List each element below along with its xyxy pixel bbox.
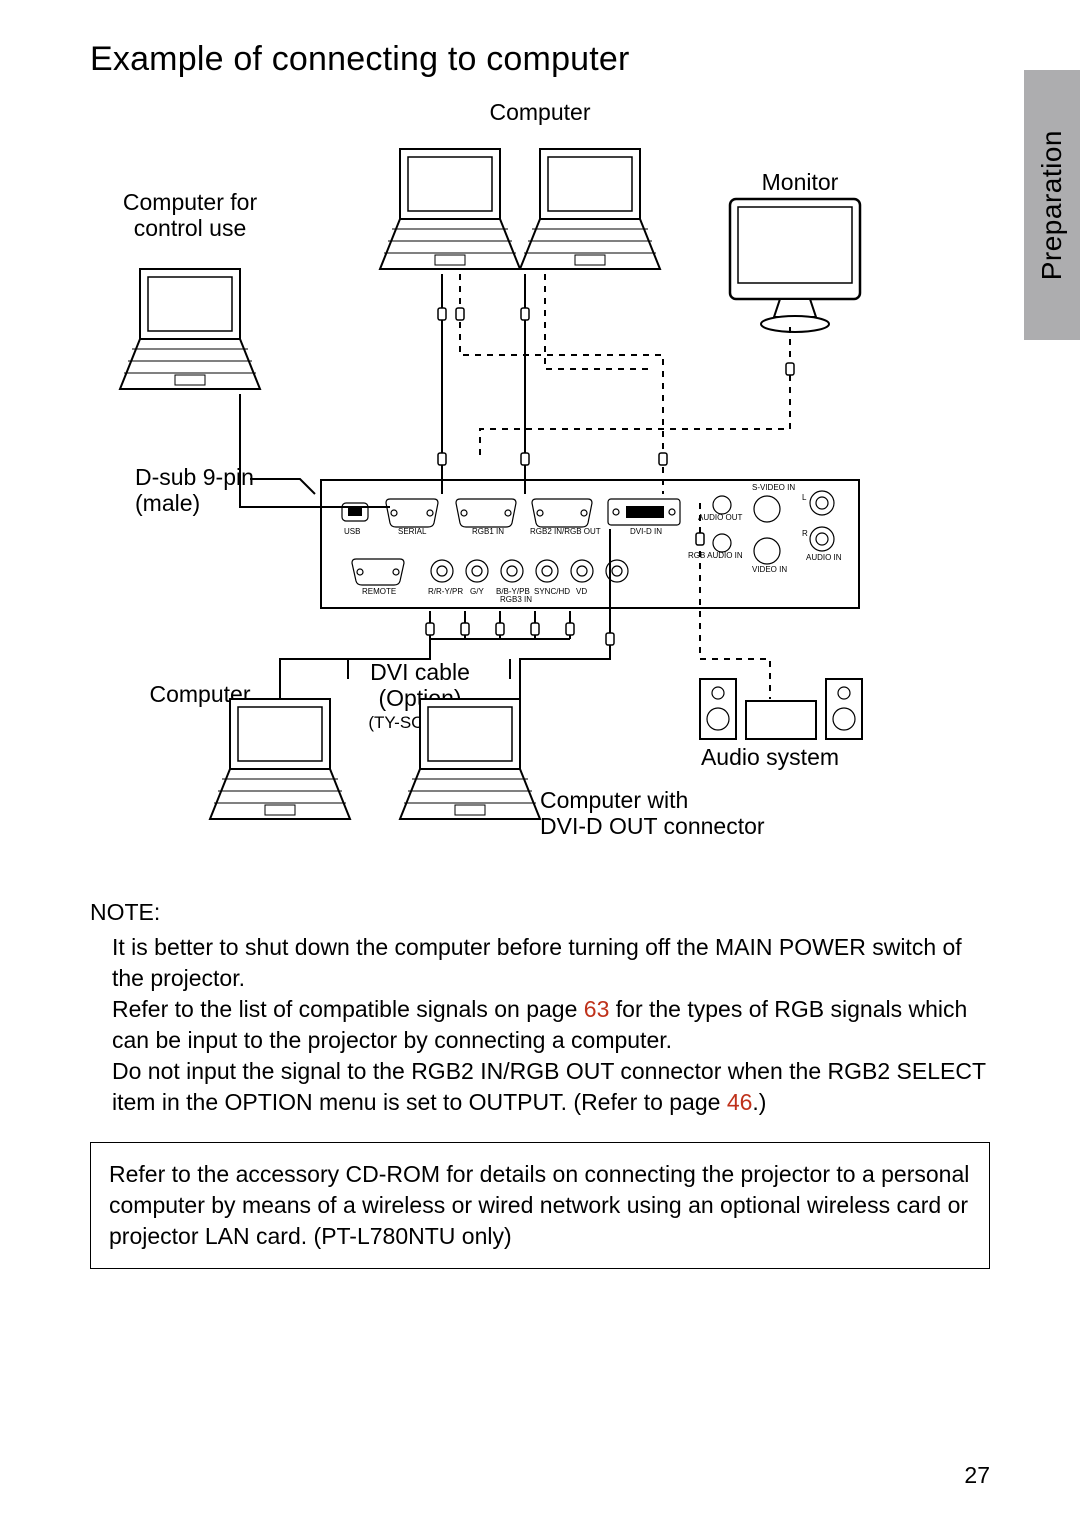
note-heading: NOTE:: [90, 899, 990, 926]
page-ref-46[interactable]: 46: [727, 1089, 753, 1115]
note-line-2: Refer to the list of compatible signals …: [112, 994, 990, 1056]
note-block: NOTE: It is better to shut down the comp…: [90, 899, 990, 1118]
connection-diagram: Computer Computer forcontrol use Monitor…: [90, 99, 990, 869]
page-title: Example of connecting to computer: [90, 40, 990, 79]
info-box: Refer to the accessory CD-ROM for detail…: [90, 1142, 990, 1269]
diagram-svg: [90, 99, 990, 869]
page-ref-63[interactable]: 63: [584, 996, 610, 1022]
note-line-3: Do not input the signal to the RGB2 IN/R…: [112, 1056, 990, 1118]
page-number: 27: [964, 1462, 990, 1489]
note-line-1: It is better to shut down the computer b…: [112, 932, 990, 994]
